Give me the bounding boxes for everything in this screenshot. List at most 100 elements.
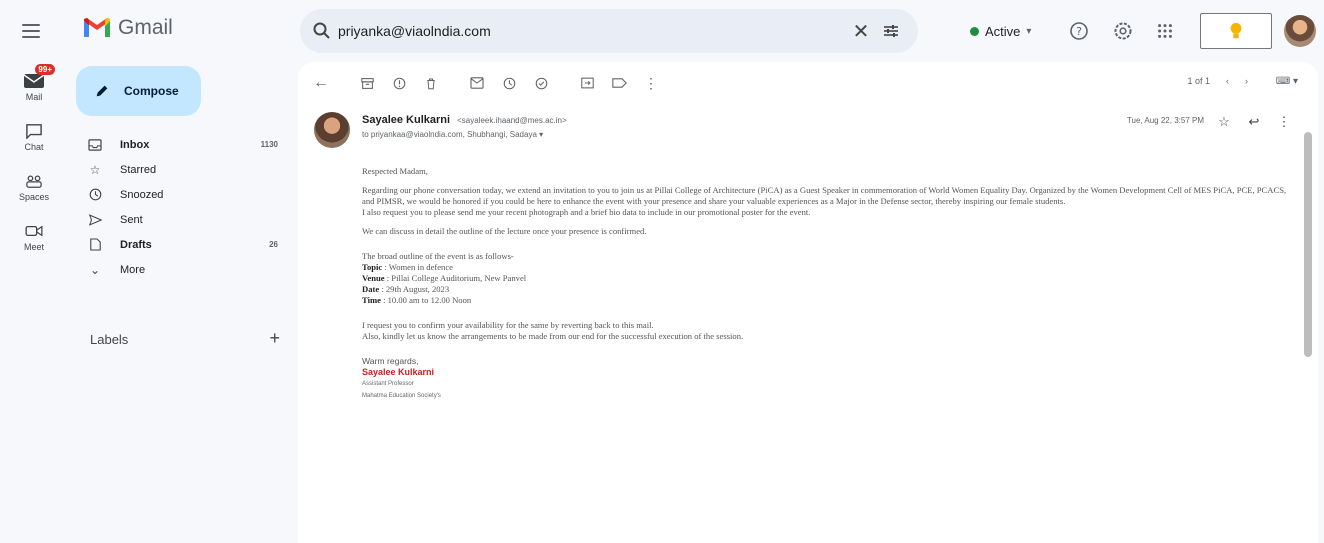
pager-text: 1 of 1 — [1187, 76, 1210, 86]
chevron-down-icon: ▾ — [1026, 25, 1032, 37]
sender-avatar[interactable] — [314, 112, 350, 148]
app-name: Gmail — [118, 16, 173, 39]
chevron-down-icon: ⌄ — [89, 262, 101, 277]
help-icon[interactable]: ? — [1066, 18, 1092, 44]
delete-icon[interactable] — [420, 72, 442, 94]
add-label-icon[interactable]: + — [269, 329, 280, 347]
message-pane: ← ⋮ 1 of 1 ‹ › ⌨ ▾ Sayalee Kulkarni <say… — [298, 62, 1318, 543]
search-input[interactable] — [338, 23, 846, 39]
search-options-icon[interactable] — [876, 16, 906, 46]
unread-badge: 99+ — [35, 64, 55, 75]
star-icon: ☆ — [89, 162, 101, 177]
status-dot-icon — [970, 26, 979, 36]
outline-time: Time : 10.00 am to 12.00 Noon — [362, 295, 1292, 306]
nav-item-more[interactable]: ⌄ More — [76, 257, 288, 282]
clock-icon — [86, 188, 104, 201]
status-label: Active — [985, 23, 1021, 39]
back-arrow-icon[interactable]: ← — [310, 72, 332, 94]
message-toolbar: ← ⋮ 1 of 1 ‹ › ⌨ ▾ — [298, 62, 1318, 104]
message-date: Tue, Aug 22, 3:57 PM — [1126, 116, 1204, 125]
signature-org: Mahatma Education Society's — [362, 393, 441, 399]
nav-label: More — [120, 263, 146, 276]
sender-line: Sayalee Kulkarni <sayaleek.ihaand@mes.ac… — [362, 114, 567, 126]
chat-icon — [23, 122, 45, 140]
labels-title: Labels — [90, 332, 129, 347]
main-menu-icon[interactable] — [18, 18, 44, 44]
rail-item-meet[interactable]: Meet — [0, 212, 68, 262]
chevron-right-icon[interactable]: › — [1245, 76, 1248, 86]
compose-button[interactable]: Compose — [76, 66, 201, 116]
svg-text:?: ? — [1076, 25, 1082, 38]
signature-title: Assistant Professor — [362, 381, 414, 387]
pager: 1 of 1 ‹ › — [1187, 76, 1248, 86]
apps-grid-icon[interactable] — [1152, 18, 1178, 44]
nav-label: Snoozed — [120, 188, 164, 201]
status-selector[interactable]: Active ▾ — [960, 15, 1041, 47]
snooze-clock-icon[interactable] — [498, 72, 520, 94]
rail-item-chat[interactable]: Chat — [0, 112, 68, 162]
nav-item-inbox[interactable]: Inbox 1130 — [76, 132, 288, 157]
send-icon — [86, 213, 104, 226]
move-to-icon[interactable] — [576, 72, 598, 94]
settings-gear-icon[interactable] — [1110, 18, 1136, 44]
outline-value: : 29th August, 2023 — [381, 284, 450, 294]
outline-label: Date — [362, 284, 380, 294]
search-bar: ✕ — [300, 9, 918, 53]
rail-item-mail[interactable]: 99+ Mail — [0, 62, 68, 112]
outline-label: Time — [362, 295, 381, 305]
sender-email: <sayaleek.ihaand@mes.ac.in> — [457, 116, 567, 125]
promo-badge[interactable] — [1200, 13, 1272, 49]
nav-label: Sent — [120, 213, 143, 226]
pencil-icon — [96, 85, 108, 97]
scrollbar-thumb[interactable] — [1304, 132, 1312, 357]
video-camera-icon — [23, 222, 45, 240]
archive-icon[interactable] — [356, 72, 378, 94]
star-icon[interactable]: ☆ — [1214, 112, 1234, 132]
rail-label: Mail — [25, 92, 43, 102]
gmail-m-icon — [84, 18, 110, 37]
more-vertical-icon[interactable]: ⋮ — [640, 72, 662, 94]
rail-label: Chat — [24, 142, 44, 152]
sender-name[interactable]: Sayalee Kulkarni — [362, 114, 450, 126]
rail-item-spaces[interactable]: Spaces — [0, 162, 68, 212]
mail-icon: 99+ — [23, 64, 55, 90]
message-header: Sayalee Kulkarni <sayaleek.ihaand@mes.ac… — [314, 112, 1304, 162]
search-icon[interactable] — [312, 21, 332, 41]
top-bar: Gmail ✕ Active ▾ ? — [0, 0, 1324, 62]
unread-count: 1130 — [260, 140, 278, 149]
nav-item-sent[interactable]: Sent — [76, 207, 288, 232]
signature-name: Sayalee Kulkarni — [362, 367, 435, 377]
mark-unread-icon[interactable] — [466, 72, 488, 94]
outline-value: : 10.00 am to 12.00 Noon — [383, 295, 472, 305]
body-paragraph: Regarding our phone conversation today, … — [362, 185, 1287, 206]
report-spam-icon[interactable] — [388, 72, 410, 94]
body-paragraph: Also, kindly let us know the arrangement… — [362, 331, 744, 341]
closing: Warm regards, — [362, 356, 419, 366]
nav-item-snoozed[interactable]: Snoozed — [76, 182, 288, 207]
outline-date: Date : 29th August, 2023 — [362, 284, 1292, 295]
nav-item-starred[interactable]: ☆ Starred — [76, 157, 288, 182]
nav-label: Inbox — [120, 138, 150, 151]
bulb-icon — [1230, 22, 1242, 39]
reply-icon[interactable]: ↩ — [1244, 112, 1264, 132]
rail-label: Spaces — [18, 192, 50, 202]
more-vertical-icon[interactable]: ⋮ — [1274, 112, 1294, 132]
outline-value: : Pillai College Auditorium, New Panvel — [386, 273, 527, 283]
input-tools-icon[interactable]: ⌨ ▾ — [1276, 76, 1298, 87]
body-paragraph: I request you to confirm your availabili… — [362, 320, 654, 330]
account-avatar[interactable] — [1284, 15, 1316, 47]
inbox-icon — [86, 138, 104, 151]
outline-venue: Venue : Pillai College Auditorium, New P… — [362, 273, 1292, 284]
outline-value: : Women in defence — [384, 262, 453, 272]
gmail-logo[interactable]: Gmail — [82, 16, 173, 40]
clear-search-icon[interactable]: ✕ — [846, 16, 876, 46]
add-task-icon[interactable] — [530, 72, 552, 94]
compose-label: Compose — [124, 84, 179, 98]
recipients[interactable]: to priyankaa@viaolndia.com, Shubhangi, S… — [362, 130, 543, 139]
outline-label: Topic — [362, 262, 383, 272]
nav-item-drafts[interactable]: Drafts 26 — [76, 232, 288, 257]
chevron-left-icon[interactable]: ‹ — [1226, 76, 1229, 86]
body-paragraph: I also request you to please send me you… — [362, 207, 811, 217]
outline-topic: Topic : Women in defence — [362, 262, 1292, 273]
label-tag-icon[interactable] — [608, 72, 630, 94]
